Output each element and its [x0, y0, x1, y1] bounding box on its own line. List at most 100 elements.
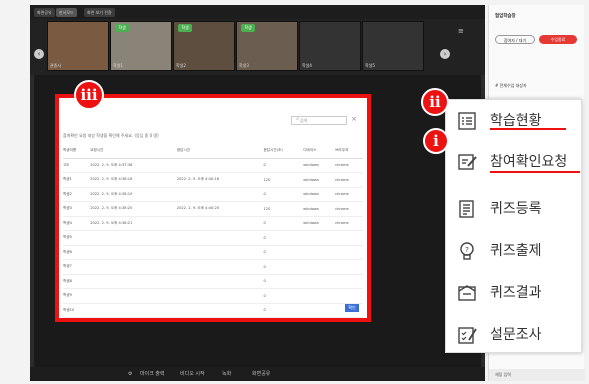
table-cell: windows	[303, 158, 336, 173]
menu-item-learning-status[interactable]: 학습현황	[446, 102, 583, 142]
table-cell	[303, 288, 336, 304]
tab-screen-share[interactable]: 화면공유	[34, 8, 55, 17]
table-cell: 2022. 2. 9. 오후 4:38:21	[90, 216, 177, 231]
menu-item-quiz-register[interactable]: 퀴즈등록	[446, 190, 583, 230]
participant-thumbnails: ‹ 관중사 학생 학생1 학생 학생2 학생 학생3 학생4 학생5 › ≡	[30, 19, 485, 75]
table-cell: chrome	[335, 201, 363, 217]
table-cell	[303, 303, 336, 318]
table-row: 학생3 2022. 2. 9. 오후 4:38:20 2022. 2. 9. 오후 …	[63, 201, 363, 217]
table-cell: 0	[263, 216, 304, 231]
search-icon: ⌕	[296, 116, 299, 122]
table-cell	[90, 303, 177, 318]
highlight-underline	[490, 171, 580, 173]
table-cell: windows	[303, 172, 336, 188]
table-cell: 0	[263, 259, 304, 275]
participant-name: 학생1	[113, 63, 123, 68]
table-cell	[90, 288, 177, 304]
end-class-button[interactable]: 수업종료	[539, 35, 577, 44]
participation-check-icon	[458, 154, 477, 170]
table-cell: 0	[263, 187, 304, 202]
table-row: 학생4 2022. 2. 9. 오후 4:38:21 0 windows chrome	[63, 216, 363, 231]
menu-item-quiz-result[interactable]: 퀴즈결과	[446, 274, 583, 314]
table-row: 학생5 0	[63, 230, 363, 246]
table-cell	[176, 230, 264, 246]
tab-board[interactable]: 판서모드	[56, 8, 77, 17]
table-header-cell: 브라우저	[335, 144, 363, 159]
participant-tile[interactable]: 관중사	[47, 21, 109, 71]
menu-item-participation-check[interactable]: 참여확인요청	[446, 143, 583, 183]
menu-item-label: 퀴즈출제	[490, 243, 542, 259]
status-badge: 학생	[115, 24, 129, 32]
table-row: 학생7 0	[63, 259, 363, 275]
table-cell: 학생1	[63, 172, 91, 188]
table-cell: 학생3	[63, 201, 91, 217]
settings-icon[interactable]: ⚙	[128, 369, 132, 379]
participant-tile[interactable]: 학생5	[362, 21, 424, 71]
table-cell: 0	[263, 230, 304, 246]
table-cell	[176, 288, 264, 304]
svg-text:?: ?	[465, 246, 469, 254]
quiz-register-icon	[459, 200, 474, 218]
table-cell: 2022. 2. 9. 오후 4:40:18	[176, 172, 264, 188]
table-cell	[335, 274, 363, 289]
ok-button[interactable]: 확인	[345, 304, 359, 312]
table-cell: 2022. 2. 9. 오후 4:38:18	[90, 172, 177, 188]
next-arrow-icon[interactable]: ›	[440, 49, 450, 59]
table-cell: 0	[263, 158, 304, 173]
table-cell: 학생6	[63, 245, 91, 260]
panel-title: 협업학습창	[495, 14, 516, 19]
table-header-cell: 요청시간	[90, 144, 177, 159]
table-cell: windows	[303, 216, 336, 231]
participant-tile[interactable]: 학생 학생1	[110, 21, 172, 71]
participant-tile[interactable]: 학생 학생3	[236, 21, 298, 71]
menu-icon[interactable]: ≡	[458, 27, 464, 35]
participant-name: 학생5	[365, 63, 375, 68]
participants-pill[interactable]: 참여자 / 대기	[495, 35, 535, 44]
table-cell	[335, 259, 363, 275]
close-icon[interactable]: ×	[351, 115, 357, 123]
section-label: # 전체수업 대상자	[495, 83, 527, 88]
table-cell: 학생4	[63, 216, 91, 231]
table-header-cell: 응답시간	[176, 144, 264, 159]
table-cell	[90, 274, 177, 289]
table-row: 학생10 0	[63, 303, 363, 318]
prev-arrow-icon[interactable]: ‹	[34, 49, 44, 59]
mic-button[interactable]: 마이크 출력	[140, 369, 165, 379]
app-window: 화면공유 판서모드 화면 보기 전환 ‹ 관중사 학생 학생1 학생 학생2 학…	[0, 0, 589, 384]
table-cell	[176, 303, 264, 318]
dialog-body: 검색 ⌕ × 참여확인 요청 대상 학생을 확인해 주세요. (응답 중 0 명…	[59, 98, 367, 318]
search-input[interactable]: 검색	[291, 116, 347, 125]
menu-item-survey[interactable]: 설문조사	[446, 316, 583, 356]
participant-tile[interactable]: 학생4	[299, 21, 361, 71]
tab-view-switch[interactable]: 화면 보기 전환	[84, 8, 115, 17]
menu-item-label: 퀴즈등록	[490, 201, 542, 217]
table-cell: 2022. 2. 9. 오후 4:38:19	[90, 187, 177, 202]
menu-item-quiz-question[interactable]: ? 퀴즈출제	[446, 232, 583, 272]
table-cell	[303, 230, 336, 246]
chat-input[interactable]: 채팅 입력	[489, 369, 585, 381]
table-cell: 2022. 2. 9. 오후 4:37:36	[90, 158, 177, 173]
survey-icon	[458, 327, 477, 344]
learning-status-icon	[458, 112, 476, 130]
record-button[interactable]: 녹화	[222, 369, 231, 379]
table-cell: 120	[263, 201, 304, 217]
participant-tile[interactable]: 학생 학생2	[173, 21, 235, 71]
screen-share-button[interactable]: 화면공유	[252, 369, 270, 379]
quiz-question-icon: ?	[460, 242, 474, 260]
callout-badge: i	[423, 128, 449, 154]
table-cell: 학생5	[63, 230, 91, 246]
status-badge: 학생	[178, 24, 192, 32]
table-cell: chrome	[335, 187, 363, 202]
table-cell	[335, 230, 363, 246]
table-cell	[176, 216, 264, 231]
table-cell: chrome	[335, 216, 363, 231]
video-button[interactable]: 비디오 시작	[180, 369, 205, 379]
table-cell: windows	[303, 201, 336, 217]
table-cell: 0	[263, 274, 304, 289]
table-cell	[176, 274, 264, 289]
table-cell: 0	[263, 303, 304, 318]
callout-badge: ii	[421, 88, 449, 116]
table-header-cell: 디바이스	[303, 144, 336, 159]
participant-name: 관중사	[50, 63, 62, 68]
table-cell: 2022. 2. 9. 오후 4:40:20	[176, 201, 264, 217]
